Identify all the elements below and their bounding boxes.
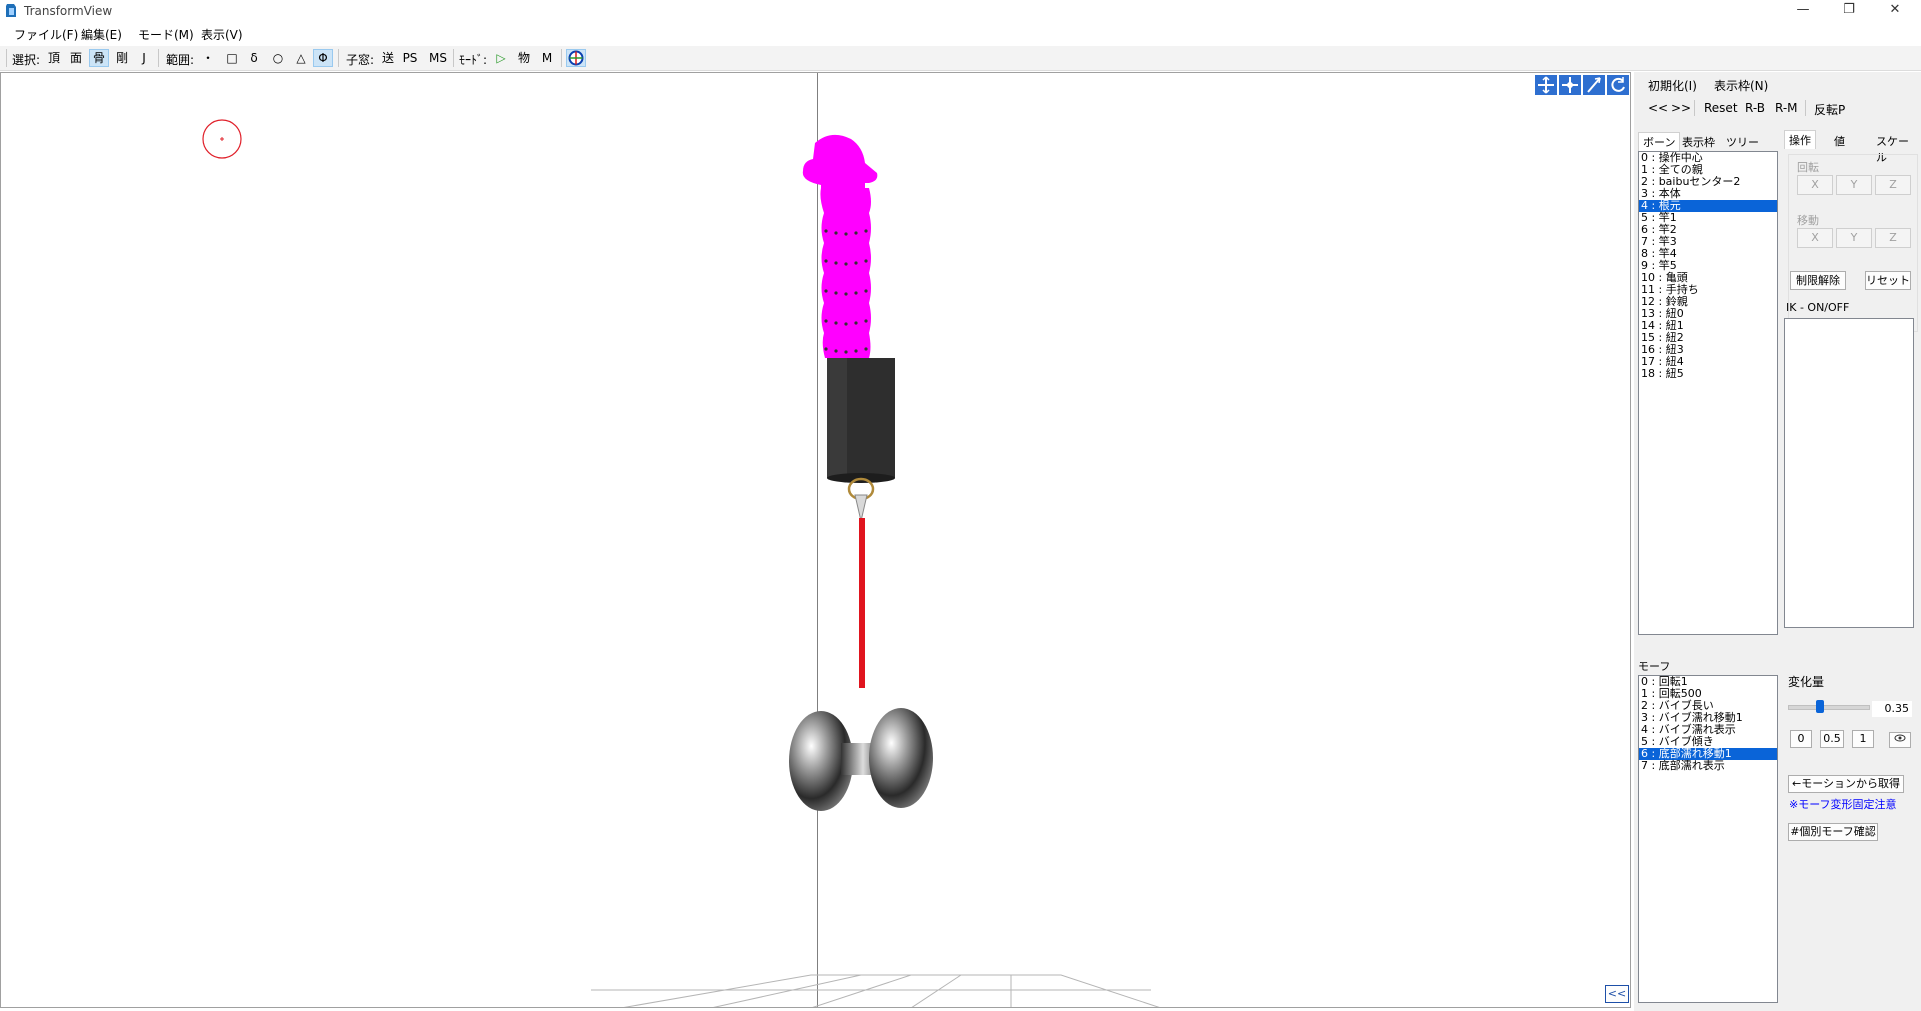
reset-bone-pose-button[interactable]: リセット xyxy=(1865,271,1911,290)
menu-mode[interactable]: モード(M) xyxy=(138,26,194,43)
preset-05-button[interactable]: 0.5 xyxy=(1820,730,1844,748)
get-from-motion-button[interactable]: ←モーションから取得 xyxy=(1788,775,1904,793)
morph-warning-text: ※モーフ変形固定注意 xyxy=(1789,798,1897,811)
model-render xyxy=(789,134,933,811)
select-face-button[interactable]: 面 xyxy=(66,49,86,67)
move-x-button[interactable]: X xyxy=(1797,228,1833,248)
range-circle-button[interactable]: ○ xyxy=(268,49,288,67)
global-axis-button[interactable] xyxy=(566,49,586,67)
minimize-button[interactable]: — xyxy=(1780,0,1826,22)
ik-list[interactable] xyxy=(1784,318,1914,628)
nav-separator xyxy=(1805,100,1806,116)
individual-morph-button[interactable]: #個別モーフ確認 xyxy=(1788,823,1878,841)
change-slider-thumb[interactable] xyxy=(1816,700,1824,713)
select-label: 選択: xyxy=(12,53,41,67)
tab-display-frame[interactable]: 表示枠 xyxy=(1678,133,1719,151)
toolbar-separator xyxy=(338,49,339,67)
change-slider-track[interactable] xyxy=(1788,705,1870,710)
unlimit-button[interactable]: 制限解除 xyxy=(1790,271,1846,290)
display-frame-button[interactable]: 表示枠(N) xyxy=(1714,77,1768,94)
cursor-target-icon[interactable] xyxy=(201,118,245,162)
select-joint-button[interactable]: J xyxy=(134,49,154,67)
rotation-label: 回転 xyxy=(1797,161,1819,174)
select-vertex-button[interactable]: 頂 xyxy=(44,49,64,67)
reset-bone-button[interactable]: R-B xyxy=(1745,101,1765,115)
range-point-button[interactable]: ・ xyxy=(198,49,218,67)
preset-0-button[interactable]: 0 xyxy=(1790,730,1812,748)
morph-list-item[interactable]: 7 : 底部濡れ表示 xyxy=(1639,760,1777,772)
preset-1-button[interactable]: 1 xyxy=(1852,730,1874,748)
move-y-button[interactable]: Y xyxy=(1836,228,1872,248)
ik-label: IK - ON/OFF xyxy=(1786,301,1850,314)
toolbar-separator xyxy=(453,49,454,67)
morph-label: モーフ xyxy=(1638,660,1671,673)
rotate-y-button[interactable]: Y xyxy=(1836,175,1872,195)
toolbar: 選択: 頂 面 骨 剛 J 範囲: ・ □ δ ○ △ Φ 子窓: 送 PS M… xyxy=(0,46,1921,71)
toolbar-separator xyxy=(561,49,562,67)
menu-bar: ファイル(F) 編集(E) モード(M) 表示(V) xyxy=(0,22,1921,44)
move-view-icon[interactable] xyxy=(1559,75,1581,95)
collapse-panel-button[interactable]: << xyxy=(1605,985,1629,1003)
right-panel: 初期化(I) 表示枠(N) << >> Reset R-B R-M 反転P ボー… xyxy=(1634,72,1921,1011)
morph-visibility-button[interactable] xyxy=(1889,732,1911,748)
tab-bone[interactable]: ボーン xyxy=(1638,132,1681,151)
title-bar: TransformView — ❐ ✕ xyxy=(0,0,1921,22)
range-delta-button[interactable]: δ xyxy=(244,49,264,67)
bone-list[interactable]: 0 : 操作中心 1 : 全ての親 2 : baibuセンター2 3 : 本体 4 : … xyxy=(1638,151,1778,635)
range-rect-button[interactable]: □ xyxy=(222,49,242,67)
menu-file[interactable]: ファイル(F) xyxy=(14,26,78,43)
prev-button[interactable]: << xyxy=(1648,101,1668,115)
change-value-field[interactable]: 0.35 xyxy=(1872,701,1912,717)
init-button[interactable]: 初期化(I) xyxy=(1648,77,1697,94)
next-button[interactable]: >> xyxy=(1671,101,1691,115)
eye-icon xyxy=(1894,734,1906,742)
select-rigid-button[interactable]: 剛 xyxy=(112,49,132,67)
tab-operation[interactable]: 操作 xyxy=(1784,130,1816,149)
range-label: 範囲: xyxy=(166,53,195,67)
morph-list[interactable]: 0 : 回転1 1 : 回転500 2 : バイブ長い 3 : バイブ濡れ移動1 4 :… xyxy=(1638,675,1778,1003)
close-button[interactable]: ✕ xyxy=(1872,0,1918,22)
tab-value[interactable]: 値 xyxy=(1830,132,1849,150)
mode-play-button[interactable]: ▷ xyxy=(491,49,511,67)
move-label: 移動 xyxy=(1797,214,1819,227)
pan-view-icon[interactable] xyxy=(1535,75,1557,95)
move-z-button[interactable]: Z xyxy=(1875,228,1911,248)
flip-pose-button[interactable]: 反転P xyxy=(1814,101,1845,118)
bone-list-item[interactable]: 18 : 紐5 xyxy=(1639,368,1777,380)
view-controls xyxy=(1535,75,1630,95)
window-title: TransformView xyxy=(24,4,113,18)
rotate-view-icon[interactable] xyxy=(1607,75,1629,95)
child-window-label: 子窓: xyxy=(346,53,375,67)
nav-separator xyxy=(1694,100,1695,116)
zoom-view-icon[interactable] xyxy=(1583,75,1605,95)
app-icon xyxy=(6,4,16,17)
3d-viewport[interactable]: << xyxy=(0,72,1631,1008)
menu-edit[interactable]: 編集(E) xyxy=(81,26,122,43)
child-ms-button[interactable]: MS xyxy=(426,49,450,67)
child-send-button[interactable]: 送 xyxy=(378,49,398,67)
child-ps-button[interactable]: PS xyxy=(400,49,420,67)
axis-globe-icon xyxy=(568,50,584,66)
rotate-z-button[interactable]: Z xyxy=(1875,175,1911,195)
select-bone-button[interactable]: 骨 xyxy=(89,49,109,67)
floor-grid xyxy=(591,974,1160,1007)
mode-physics-button[interactable]: 物 xyxy=(514,49,534,67)
reset-all-button[interactable]: Reset xyxy=(1704,101,1738,115)
reset-morph-button[interactable]: R-M xyxy=(1775,101,1798,115)
mode-m-button[interactable]: M xyxy=(537,49,557,67)
range-phi-button[interactable]: Φ xyxy=(313,49,333,67)
rotate-x-button[interactable]: X xyxy=(1797,175,1833,195)
mode-label: ﾓｰﾄﾞ: xyxy=(459,53,488,67)
tab-tree[interactable]: ツリー xyxy=(1722,133,1763,151)
range-triangle-button[interactable]: △ xyxy=(291,49,311,67)
change-amount-label: 変化量 xyxy=(1788,675,1825,689)
toolbar-grip xyxy=(6,49,7,67)
menu-view[interactable]: 表示(V) xyxy=(201,26,243,43)
toolbar-separator xyxy=(158,49,159,67)
maximize-button[interactable]: ❐ xyxy=(1826,0,1872,22)
